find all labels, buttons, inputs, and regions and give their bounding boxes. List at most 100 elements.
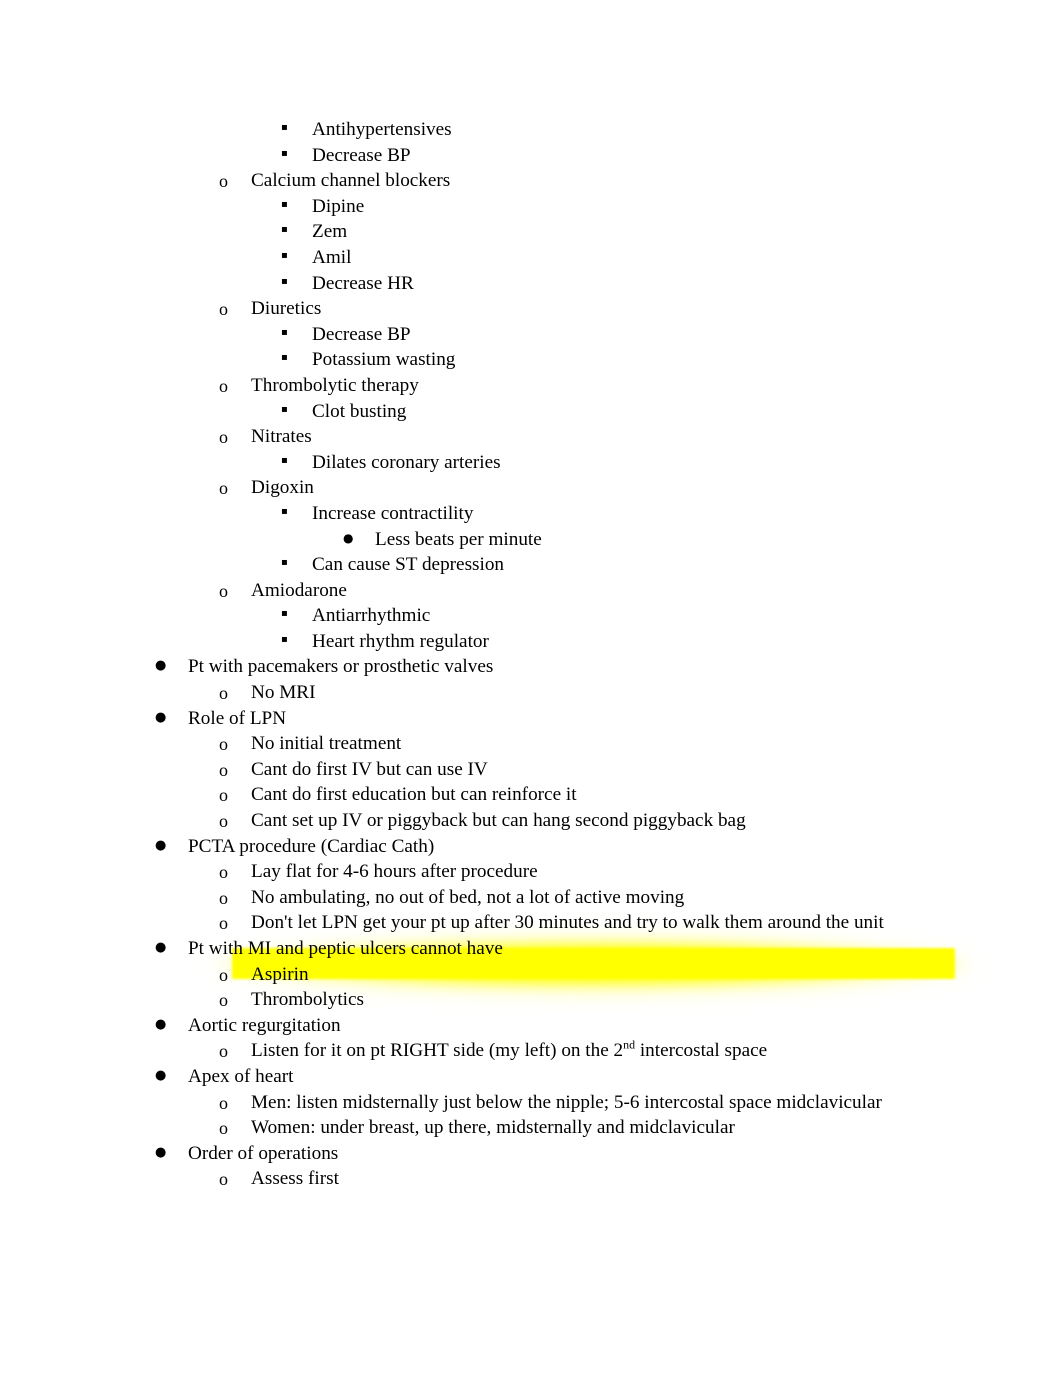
outline-item-text: Listen for it on pt RIGHT side (my left)… [251,1038,767,1064]
bullet-marker-level1-icon: ● [155,658,167,674]
outline-item: o Thrombolytics [0,987,1062,1013]
outline-item: o No ambulating, no out of bed, not a lot… [0,885,1062,911]
bullet-marker-level3-icon: ▪ [281,608,288,620]
bullet-marker-level2-icon: o [219,887,228,908]
outline-item-text: Pt with pacemakers or prosthetic valves [188,656,494,678]
outline-item: o Digoxin [0,475,1062,501]
outline-item-text: Assess first [251,1168,339,1190]
bullet-marker-level3-icon: ▪ [281,198,288,210]
bullet-marker-level2-icon: o [219,299,228,320]
bullet-marker-level3-icon: ▪ [281,403,288,415]
outline-item: ● Apex of heart [0,1064,1062,1090]
outline-item-text: Amil [312,246,352,268]
bullet-marker-level2-icon: o [219,785,228,806]
outline-item: o No MRI [0,680,1062,706]
outline-item: o Women: under breast, up there, midstern… [0,1115,1062,1141]
bullet-marker-level4-icon: ● [343,530,354,545]
outline-item-text: PCTA procedure (Cardiac Cath) [188,835,435,857]
outline-item-text-part: intercostal space [635,1040,768,1062]
bullet-marker-level2-icon: o [219,913,228,934]
outline-item: ▪ Decrease BP [0,143,1062,169]
outline-item: o Calcium channel blockers [0,168,1062,194]
outline-item-text: Cant set up IV or piggyback but can hang… [251,810,746,832]
outline-item: ● Less beats per minute [0,527,1062,553]
outline-item: ▪ Decrease BP [0,322,1062,348]
outline-item: o Cant do first IV but can use IV [0,757,1062,783]
outline-item: o Assess first [0,1166,1062,1192]
outline-item-text: Heart rhythm regulator [312,630,489,652]
outline-item-text: Men: listen midsternally just below the … [251,1091,882,1113]
bullet-marker-level2-icon: o [219,1118,228,1139]
outline-item-text: Aspirin [251,963,309,985]
outline-item: ▪ Increase contractility [0,501,1062,527]
bullet-marker-level1-icon: ● [155,940,167,955]
bullet-marker-level2-icon: o [219,683,228,704]
outline-item-text: Clot busting [312,400,407,422]
bullet-marker-level3-icon: ▪ [281,147,288,159]
outline-item-text: Nitrates [251,426,312,448]
ordinal-superscript: nd [623,1037,636,1052]
outline-item-text: Cant do first education but can reinforc… [251,784,577,806]
bullet-marker-level3-icon: ▪ [281,505,288,517]
outline-item-text: Lay flat for 4-6 hours after procedure [251,861,538,883]
outline-item-text: Diuretics [251,298,322,320]
outline-item: ▪ Antiarrhythmic [0,603,1062,629]
outline-item-text: Dilates coronary arteries [312,451,501,473]
bullet-marker-level2-icon: o [219,427,228,448]
outline-item: o Diuretics [0,296,1062,322]
outline-item: o Men: listen midsternally just below the… [0,1090,1062,1116]
bullet-marker-level1-icon: ● [155,1144,167,1160]
bullet-marker-level2-icon: o [219,964,228,985]
outline-item-text: Amiodarone [251,579,347,601]
outline-item-text: Order of operations [188,1142,339,1164]
outline-item-text: Digoxin [251,477,314,499]
bullet-marker-level3-icon: ▪ [281,224,288,236]
bullet-marker-level2-icon: o [219,759,228,780]
outline-item: ▪ Antihypertensives [0,117,1062,143]
outline-item: o Aspirin [0,962,1062,988]
outline-item: o Nitrates [0,424,1062,450]
outline-item-text: Antiarrhythmic [312,605,431,627]
outline-item-text: Dipine [312,195,365,217]
bullet-marker-level1-icon: ● [155,709,167,725]
bullet-marker-level3-icon: ▪ [281,326,288,338]
bullet-marker-level3-icon: ▪ [281,275,288,287]
bullet-marker-level1-icon: ● [155,1067,167,1083]
outline-item-text: Cant do first IV but can use IV [251,758,488,780]
outline-item: ▪ Amil [0,245,1062,271]
bullet-marker-level2-icon: o [219,478,228,499]
outline-item-text: Don't let LPN get your pt up after 30 mi… [251,912,884,934]
outline-item: ● Aortic regurgitation [0,1013,1062,1039]
outline-list: ▪ Antihypertensives ▪ Decrease BP o Calcium c… [0,117,1062,1192]
outline-item-text: Less beats per minute [375,528,542,550]
outline-item: o Cant set up IV or piggyback but can han… [0,808,1062,834]
outline-item: ▪ Decrease HR [0,271,1062,297]
bullet-marker-level2-icon: o [219,1169,228,1190]
outline-item-text: Decrease BP [312,323,411,345]
bullet-marker-level1-icon: ● [155,1016,167,1032]
outline-item-text: Antihypertensives [312,119,452,140]
outline-item: ▪ Can cause ST depression [0,552,1062,578]
outline-item-text: Thrombolytics [251,989,364,1011]
bullet-marker-level3-icon: ▪ [281,454,288,466]
bullet-marker-level3-icon: ▪ [281,352,288,364]
outline-item-text: Increase contractility [312,502,474,524]
outline-item: ● Pt with pacemakers or prosthetic valves [0,654,1062,680]
bullet-marker-level2-icon: o [219,1041,228,1062]
outline-item-text: Potassium wasting [312,349,456,371]
bullet-marker-level2-icon: o [219,580,228,601]
outline-item: ● Role of LPN [0,706,1062,732]
bullet-marker-level2-icon: o [219,1092,228,1113]
bullet-marker-level3-icon: ▪ [281,557,288,569]
outline-item-text: Can cause ST depression [312,554,505,576]
outline-item: ▪ Clot busting [0,399,1062,425]
bullet-marker-level3-icon: ▪ [281,633,288,645]
outline-item: ▪ Dilates coronary arteries [0,450,1062,476]
bullet-marker-level1-icon: ● [155,837,167,853]
outline-item-text: No MRI [251,682,316,704]
bullet-marker-level2-icon: o [219,811,228,832]
outline-item-text-part: Listen for it on pt RIGHT side (my left)… [251,1040,624,1062]
bullet-marker-level2-icon: o [219,375,228,396]
outline-item: o Listen for it on pt RIGHT side (my left… [0,1038,1062,1064]
outline-item-text: Calcium channel blockers [251,170,451,192]
